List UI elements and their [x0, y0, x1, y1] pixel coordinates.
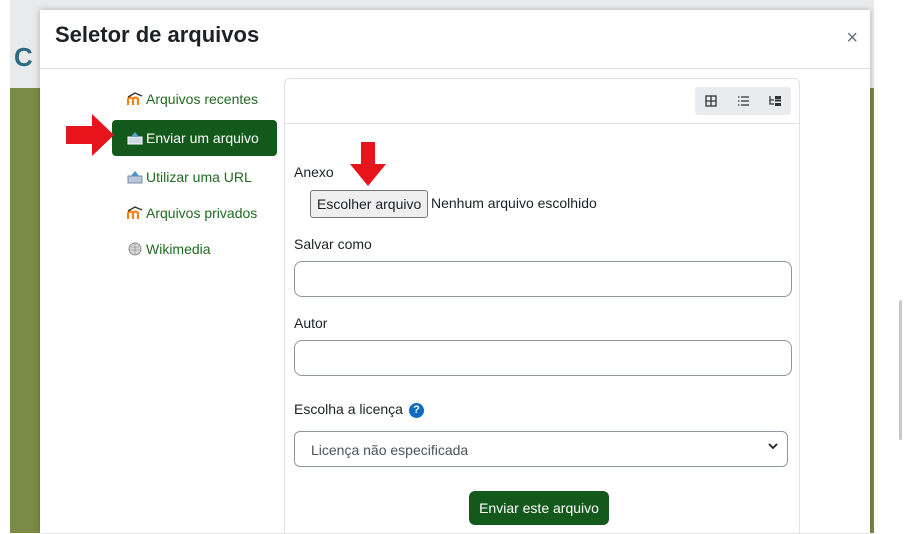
sidebar-item-label: Utilizar uma URL [146, 169, 252, 185]
wikimedia-icon [127, 242, 143, 256]
panel-toolbar [285, 79, 799, 124]
red-arrow-down-icon [350, 142, 386, 186]
moodle-icon [126, 92, 143, 106]
view-switcher [695, 87, 791, 115]
sidebar-item-upload-file[interactable]: Enviar um arquivo [112, 120, 277, 156]
sidebar-item-label: Arquivos privados [146, 205, 258, 221]
modal-header: Seletor de arquivos × [40, 10, 870, 69]
repository-sidebar: Arquivos recentes Enviar um arquivo Util… [112, 84, 282, 270]
license-selected-value: Licença não especificada [311, 442, 469, 458]
sidebar-item-label: Arquivos recentes [146, 91, 259, 107]
grid-view-icon[interactable] [695, 87, 727, 115]
upload-submit-button[interactable]: Enviar este arquivo [469, 491, 609, 525]
choose-file-button[interactable]: Escolher arquivo [310, 190, 429, 218]
sidebar-item-use-url[interactable]: Utilizar uma URL [112, 162, 282, 192]
list-view-icon[interactable] [727, 87, 759, 115]
author-input[interactable] [294, 340, 792, 376]
modal-title: Seletor de arquivos [55, 22, 260, 47]
sidebar-item-wikimedia[interactable]: Wikimedia [112, 234, 282, 264]
sidebar-item-recent-files[interactable]: Arquivos recentes [112, 84, 282, 114]
background-right-edge [874, 0, 906, 533]
moodle-icon [126, 206, 143, 220]
chevron-down-icon [767, 440, 779, 455]
attachment-label: Anexo [294, 164, 334, 180]
background-left-edge [0, 0, 10, 533]
save-as-input[interactable] [294, 261, 792, 297]
sidebar-item-label: Wikimedia [146, 241, 211, 257]
license-label: Escolha a licença [294, 401, 403, 417]
license-select[interactable]: Licença não especificada [294, 431, 788, 467]
sidebar-item-label: Enviar um arquivo [146, 130, 259, 146]
close-button[interactable]: × [846, 28, 858, 48]
help-icon[interactable]: ? [408, 402, 424, 418]
tree-view-icon[interactable] [759, 87, 791, 115]
upload-icon [127, 131, 143, 145]
scrollbar[interactable] [899, 300, 902, 440]
sidebar-item-private-files[interactable]: Arquivos privados [112, 198, 282, 228]
author-label: Autor [294, 315, 328, 331]
file-status-text: Nenhum arquivo escolhido [431, 195, 597, 211]
background-logo: C [14, 42, 33, 72]
red-arrow-right-icon [66, 114, 114, 156]
license-label-row: Escolha a licença? [294, 401, 424, 418]
url-icon [127, 170, 143, 184]
save-as-label: Salvar como [294, 236, 372, 252]
file-picker-modal: Seletor de arquivos × Arquivos recentes … [40, 10, 870, 534]
